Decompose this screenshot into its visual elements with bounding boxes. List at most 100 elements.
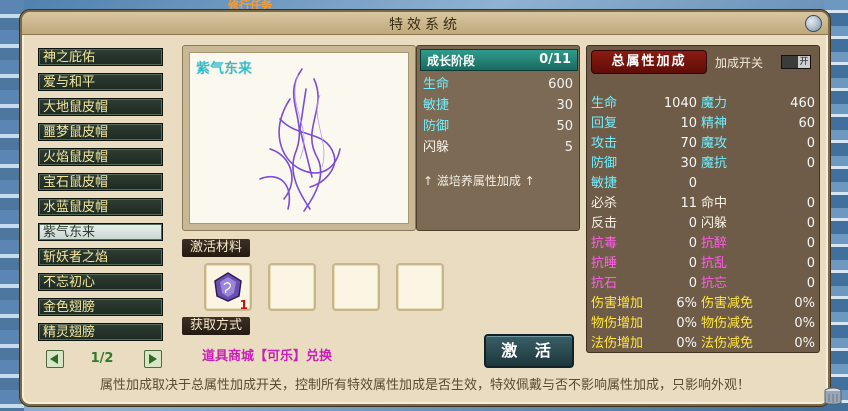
effect-list-item-selected[interactable]: 紫气东来: [38, 223, 163, 241]
effect-list-item[interactable]: 精灵翅膀: [38, 323, 163, 341]
total-bonus-header: 总属性加成: [591, 50, 707, 74]
total-stat-label: 回复: [591, 116, 618, 131]
materials-label: 激活材料: [182, 239, 251, 257]
activate-button[interactable]: 激 活: [484, 334, 574, 368]
total-stat-label: 抗乱: [701, 256, 728, 271]
total-stat-value: 0: [688, 256, 697, 271]
total-stat-value: 0%: [794, 296, 815, 311]
next-page-button[interactable]: [144, 350, 162, 368]
total-bonus-row: 敏捷 0: [591, 174, 815, 193]
total-stat-value: 30: [680, 156, 697, 171]
total-stat-label: 抗石: [591, 276, 618, 291]
total-stat-label: 法伤减免: [701, 336, 754, 351]
effect-list-item[interactable]: 金色翅膀: [38, 298, 163, 316]
total-stat-value: 0: [806, 136, 815, 151]
stat-label: 敏捷: [423, 98, 450, 113]
total-stat-value: 6%: [676, 296, 697, 311]
total-stat-value: 0: [806, 156, 815, 171]
total-stat-label: 精神: [701, 116, 728, 131]
effect-list-item[interactable]: 斩妖者之焰: [38, 248, 163, 266]
stat-value: 30: [556, 98, 573, 113]
effect-list-item[interactable]: 火焰鼠皮帽: [38, 148, 163, 166]
stat-label: 闪躲: [423, 140, 450, 155]
total-stat-value: 0: [806, 256, 815, 271]
total-stat-label: 伤害增加: [591, 296, 644, 311]
growth-stat-row: 生命 600: [423, 76, 573, 94]
growth-stage-value: 0/11: [539, 52, 571, 67]
effect-preview-frame: 紫气东来: [182, 45, 416, 231]
growth-stat-row: 敏捷 30: [423, 97, 573, 115]
material-slot[interactable]: 1: [204, 263, 252, 312]
effect-list-item[interactable]: 水蓝鼠皮帽: [38, 198, 163, 216]
close-button[interactable]: [805, 15, 822, 32]
total-stat-label: 攻击: [591, 136, 618, 151]
total-stat-label: 敏捷: [591, 176, 618, 191]
growth-stage-bar: 成长阶段 0/11: [420, 49, 578, 71]
total-bonus-row: 抗睡 0 抗乱 0: [591, 254, 815, 273]
total-bonus-row: 回复 10 精神 60: [591, 114, 815, 133]
total-stat-value: 0%: [676, 336, 697, 351]
total-bonus-panel: 总属性加成 加成开关 开 生命 1040 魔力 460 回复 10 精神 60 攻击 70 魔攻 0 防…: [586, 45, 820, 353]
total-stat-value: 460: [790, 96, 815, 111]
effect-list-item[interactable]: 宝石鼠皮帽: [38, 173, 163, 191]
growth-stats-panel: 成长阶段 0/11 生命 600 敏捷 30 防御 50 闪躲 5 ↑ 滋培养属…: [416, 45, 580, 231]
bonus-toggle[interactable]: 开: [781, 55, 811, 69]
tree-stump-icon[interactable]: [822, 385, 844, 407]
total-stat-value: 0%: [676, 316, 697, 331]
total-stat-label: 抗睡: [591, 256, 618, 271]
total-bonus-row: 伤害增加 6% 伤害减免 0%: [591, 294, 815, 313]
effect-list-item[interactable]: 爱与和平: [38, 73, 163, 91]
total-stat-label: 反击: [591, 216, 618, 231]
total-stat-label: 魔攻: [701, 136, 728, 151]
pager: 1/2: [38, 348, 166, 370]
total-stat-label: 必杀: [591, 196, 618, 211]
total-stat-value: 0: [806, 276, 815, 291]
effect-list-item[interactable]: 不忘初心: [38, 273, 163, 291]
total-stat-label: 魔力: [701, 96, 728, 111]
window-title: 特效系统: [389, 17, 461, 33]
total-bonus-row: 法伤增加 0% 法伤减免 0%: [591, 334, 815, 353]
total-stat-value: 0: [806, 216, 815, 231]
total-stat-label: 抗忘: [701, 276, 728, 291]
total-stat-value: 0: [688, 176, 697, 191]
titlebar[interactable]: 特效系统: [22, 12, 828, 35]
stat-label: 防御: [423, 119, 450, 134]
total-stat-label: 物伤增加: [591, 316, 644, 331]
cultivate-hint: ↑ 滋培养属性加成 ↑: [423, 174, 535, 188]
obtain-method-link[interactable]: 道具商城【可乐】兑换: [202, 345, 332, 364]
page-indicator: 1/2: [90, 351, 114, 366]
stat-value: 600: [548, 77, 573, 92]
total-stat-label: 伤害减免: [701, 296, 754, 311]
total-stat-label: 防御: [591, 156, 618, 171]
prev-page-button[interactable]: [46, 350, 64, 368]
growth-stage-label: 成长阶段: [427, 54, 476, 68]
total-bonus-row: 生命 1040 魔力 460: [591, 94, 815, 113]
material-slot-empty[interactable]: [332, 263, 380, 311]
total-stat-label: 抗醉: [701, 236, 728, 251]
total-stat-value: 70: [680, 136, 697, 151]
total-stat-value: 0: [806, 196, 815, 211]
total-stat-value: 0: [806, 236, 815, 251]
stat-value: 5: [564, 140, 573, 155]
total-stat-value: 0%: [794, 316, 815, 331]
bonus-toggle-state: 开: [798, 56, 810, 68]
total-stat-value: 0: [688, 236, 697, 251]
effect-list-item[interactable]: 神之庇佑: [38, 48, 163, 66]
total-stat-label: 生命: [591, 96, 618, 111]
purple-aura-effect-icon: [259, 68, 341, 212]
total-stat-value: 0: [688, 216, 697, 231]
effect-preview: 紫气东来: [189, 52, 409, 224]
material-slot-empty[interactable]: [396, 263, 444, 311]
arrow-right-icon: [149, 354, 157, 364]
effect-list-item[interactable]: 大地鼠皮帽: [38, 98, 163, 116]
total-stat-label: 魔抗: [701, 156, 728, 171]
growth-stat-row: 防御 50: [423, 118, 573, 136]
stat-label: 生命: [423, 77, 450, 92]
bonus-toggle-label: 加成开关: [715, 56, 764, 70]
material-slot-empty[interactable]: [268, 263, 316, 311]
total-stat-value: 11: [680, 196, 697, 211]
total-stat-label: 抗毒: [591, 236, 618, 251]
total-stat-value: 1040: [663, 96, 697, 111]
effect-system-window: 特效系统 神之庇佑 爱与和平 大地鼠皮帽 噩梦鼠皮帽 火焰鼠皮帽 宝石鼠皮帽 水…: [20, 10, 830, 406]
effect-list-item[interactable]: 噩梦鼠皮帽: [38, 123, 163, 141]
